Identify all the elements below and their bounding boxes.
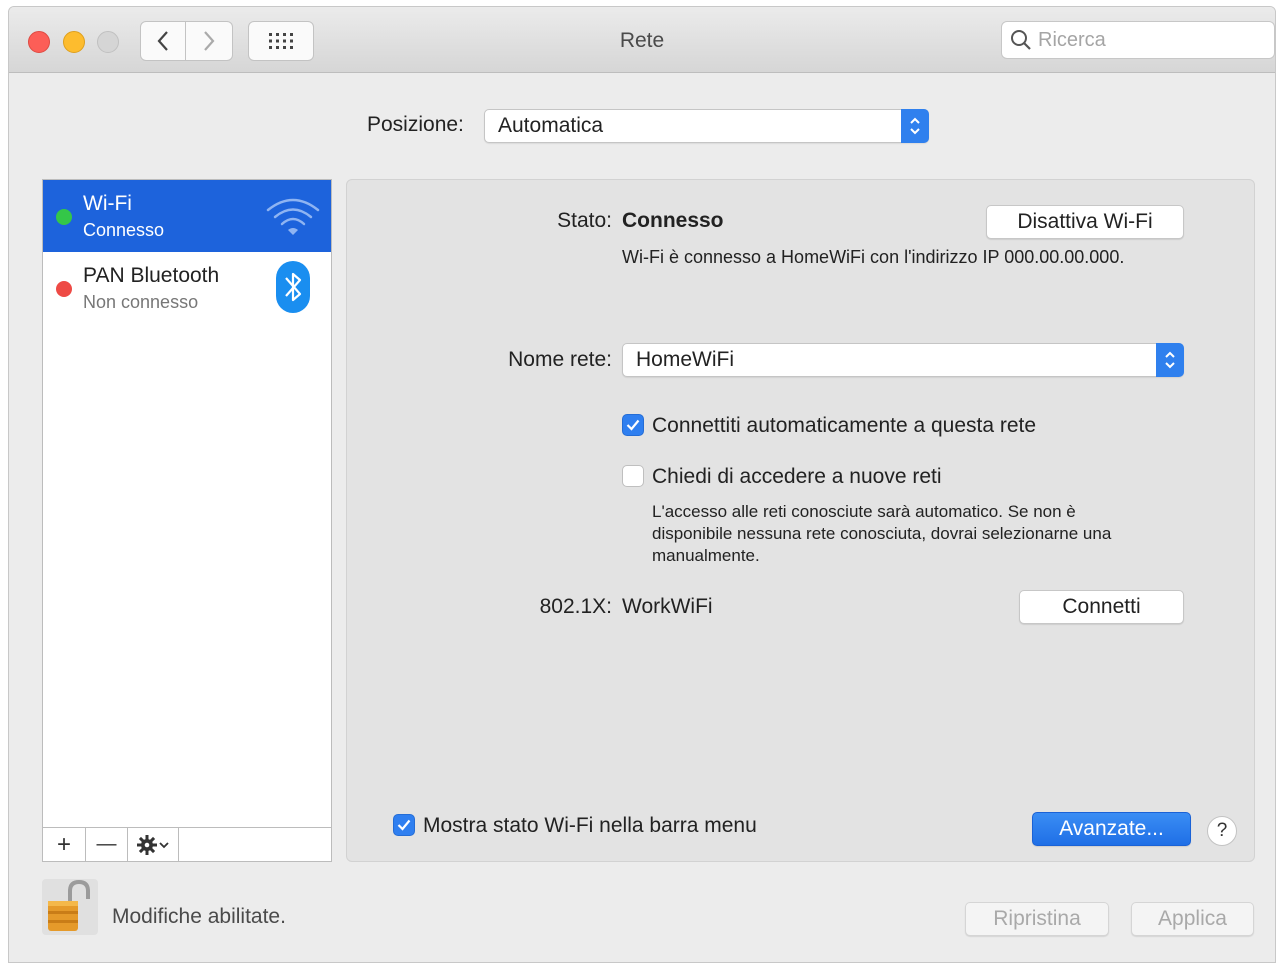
status-dot bbox=[56, 281, 72, 297]
checkmark-icon bbox=[626, 419, 640, 431]
dot1x-value: WorkWiFi bbox=[622, 595, 713, 618]
checkmark-icon bbox=[397, 819, 411, 831]
location-label: Posizione: bbox=[367, 113, 464, 136]
auto-join-checkbox[interactable] bbox=[622, 414, 644, 436]
service-toolbar: + — bbox=[43, 827, 331, 861]
revert-button[interactable]: Ripristina bbox=[965, 902, 1109, 936]
advanced-button[interactable]: Avanzate... bbox=[1032, 812, 1191, 846]
ask-join-description-line: L'accesso alle reti conosciute sarà auto… bbox=[652, 502, 1076, 521]
apply-button[interactable]: Applica bbox=[1131, 902, 1254, 936]
network-preferences-window: Rete Posizione: Automatica Wi-Fi Conness… bbox=[8, 6, 1276, 963]
status-dot bbox=[56, 209, 72, 225]
auto-join-label: Connettiti automaticamente a questa rete bbox=[652, 414, 1037, 437]
network-name-value: HomeWiFi bbox=[636, 348, 734, 371]
turn-off-wifi-button[interactable]: Disattiva Wi-Fi bbox=[986, 205, 1184, 239]
search-icon bbox=[1011, 30, 1031, 50]
action-menu-button[interactable] bbox=[128, 828, 179, 861]
connect-button[interactable]: Connetti bbox=[1019, 590, 1184, 624]
ask-join-checkbox[interactable] bbox=[622, 465, 644, 487]
status-description: Wi-Fi è connesso a HomeWiFi con l'indiri… bbox=[622, 247, 1125, 267]
unlocked-padlock-icon bbox=[48, 879, 90, 931]
location-value: Automatica bbox=[498, 114, 604, 137]
service-status: Connesso bbox=[83, 220, 165, 240]
network-name-label: Nome rete: bbox=[508, 348, 612, 371]
help-button[interactable]: ? bbox=[1207, 816, 1237, 846]
network-name-popup[interactable]: HomeWiFi bbox=[622, 343, 1184, 377]
status-value: Connesso bbox=[622, 209, 724, 232]
search-input[interactable] bbox=[1038, 28, 1258, 52]
popup-arrows-icon bbox=[901, 109, 929, 143]
service-name: PAN Bluetooth bbox=[83, 264, 220, 287]
ask-join-description-line: manualmente. bbox=[652, 546, 760, 565]
ask-join-label: Chiedi di accedere a nuove reti bbox=[652, 465, 942, 488]
bluetooth-icon bbox=[276, 261, 310, 313]
search-field[interactable] bbox=[1001, 21, 1275, 59]
service-list: Wi-Fi Connesso PAN Bluetooth Non conness… bbox=[42, 179, 332, 862]
show-wifi-status-label: Mostra stato Wi-Fi nella barra menu bbox=[423, 814, 757, 837]
service-status: Non connesso bbox=[83, 292, 199, 312]
gear-icon bbox=[137, 834, 169, 855]
service-item-wifi[interactable]: Wi-Fi Connesso bbox=[43, 180, 331, 252]
ask-join-description-line: disponibile nessuna rete conosciuta, dov… bbox=[652, 524, 1112, 543]
detail-panel: Stato: Connesso Disattiva Wi-Fi Wi-Fi è … bbox=[346, 179, 1255, 862]
dot1x-label: 802.1X: bbox=[539, 595, 612, 618]
service-item-bluetooth-pan[interactable]: PAN Bluetooth Non connesso bbox=[43, 252, 331, 324]
wifi-icon bbox=[266, 198, 320, 235]
show-wifi-status-checkbox[interactable] bbox=[393, 814, 415, 836]
title-bar: Rete bbox=[9, 7, 1275, 73]
location-popup[interactable]: Automatica bbox=[484, 109, 929, 143]
lock-status-text: Modifiche abilitate. bbox=[112, 905, 286, 928]
add-service-button[interactable]: + bbox=[43, 828, 86, 861]
popup-arrows-icon bbox=[1156, 343, 1184, 377]
remove-service-button[interactable]: — bbox=[86, 828, 128, 861]
status-label: Stato: bbox=[557, 209, 612, 232]
lock-button[interactable] bbox=[42, 879, 98, 935]
service-name: Wi-Fi bbox=[83, 192, 132, 215]
